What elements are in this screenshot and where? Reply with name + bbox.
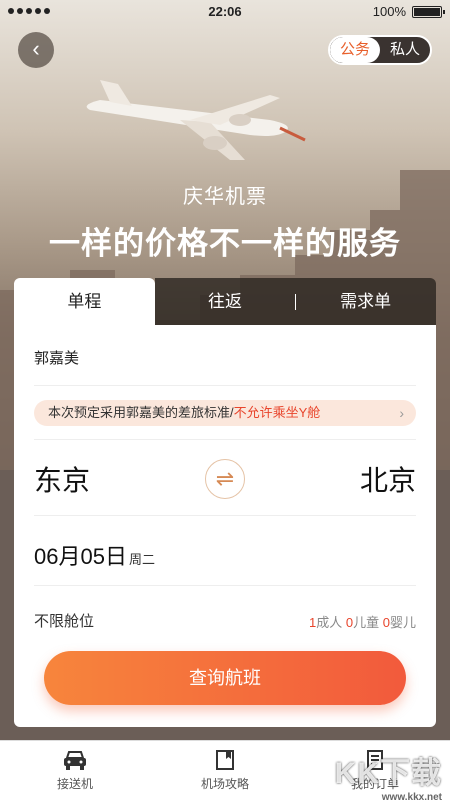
nav-label: 机场攻略 (200, 777, 249, 791)
passenger-name[interactable]: 郭嘉美 (34, 347, 79, 368)
nav-item-transfer[interactable]: 接送机 (0, 741, 150, 800)
battery-icon (412, 6, 445, 18)
trip-type-tabs: 单程 往返 需求单 (14, 278, 437, 326)
arrival-city[interactable]: 北京 (360, 459, 416, 499)
infants-count: 0 (382, 615, 390, 630)
toggle-private[interactable]: 私人 (380, 37, 430, 63)
tab-one-way[interactable]: 单程 (14, 278, 155, 326)
adults-label: 成人 (316, 615, 343, 630)
tab-round-trip[interactable]: 往返 (154, 278, 296, 326)
departure-city[interactable]: 东京 (34, 459, 90, 499)
trip-purpose-toggle[interactable]: 公务 私人 (328, 35, 432, 65)
brand-name: 庆华机票 (183, 186, 267, 208)
slogan: 一样的价格不一样的服务 (49, 226, 401, 261)
search-flights-button[interactable]: 查询航班 (44, 651, 406, 705)
divider (34, 385, 416, 386)
departure-date[interactable]: 06月05日 周二 (34, 539, 155, 571)
chevron-right-icon: › (399, 405, 404, 421)
nav-label: 接送机 (56, 777, 93, 791)
divider (34, 515, 416, 516)
tab-request[interactable]: 需求单 (295, 278, 437, 326)
status-bar: 22:06 100% (0, 0, 450, 24)
children-label: 儿童 (353, 615, 380, 630)
watermark-url: www.kkx.net (381, 792, 442, 800)
divider (34, 439, 416, 440)
battery-percent: 100% (372, 4, 406, 19)
car-icon (64, 751, 86, 770)
date-value: 06月05日 (34, 544, 127, 569)
cabin-class[interactable]: 不限舱位 (34, 610, 94, 631)
watermark-logo: KK下载 www.kkx.net (335, 748, 442, 800)
chevron-left-icon: ‹ (32, 36, 40, 61)
airplane-illustration (86, 80, 306, 160)
weekday: 周二 (128, 552, 155, 567)
nav-item-airport-guide[interactable]: 机场攻略 (150, 741, 300, 800)
watermark-text: KK下载 (334, 757, 442, 790)
toggle-business[interactable]: 公务 (330, 37, 380, 63)
infants-label: 婴儿 (389, 615, 416, 630)
swap-cities-icon[interactable]: ⇌ (205, 459, 245, 499)
travel-policy-notice[interactable]: 本次预定采用郭嘉美的差旅标准/不允许乘坐Y舱 › (34, 400, 416, 426)
passenger-count[interactable]: 1成人 0儿童 0婴儿 (309, 612, 416, 631)
book-icon (216, 750, 234, 770)
notice-text: 本次预定采用郭嘉美的差旅标准/ (48, 405, 234, 420)
notice-highlight: 不允许乘坐Y舱 (233, 405, 321, 420)
back-button[interactable]: ‹ (18, 32, 54, 68)
booking-card: 郭嘉美 本次预定采用郭嘉美的差旅标准/不允许乘坐Y舱 › 东京 ⇌ 北京 06月… (14, 325, 436, 727)
divider (34, 585, 416, 586)
